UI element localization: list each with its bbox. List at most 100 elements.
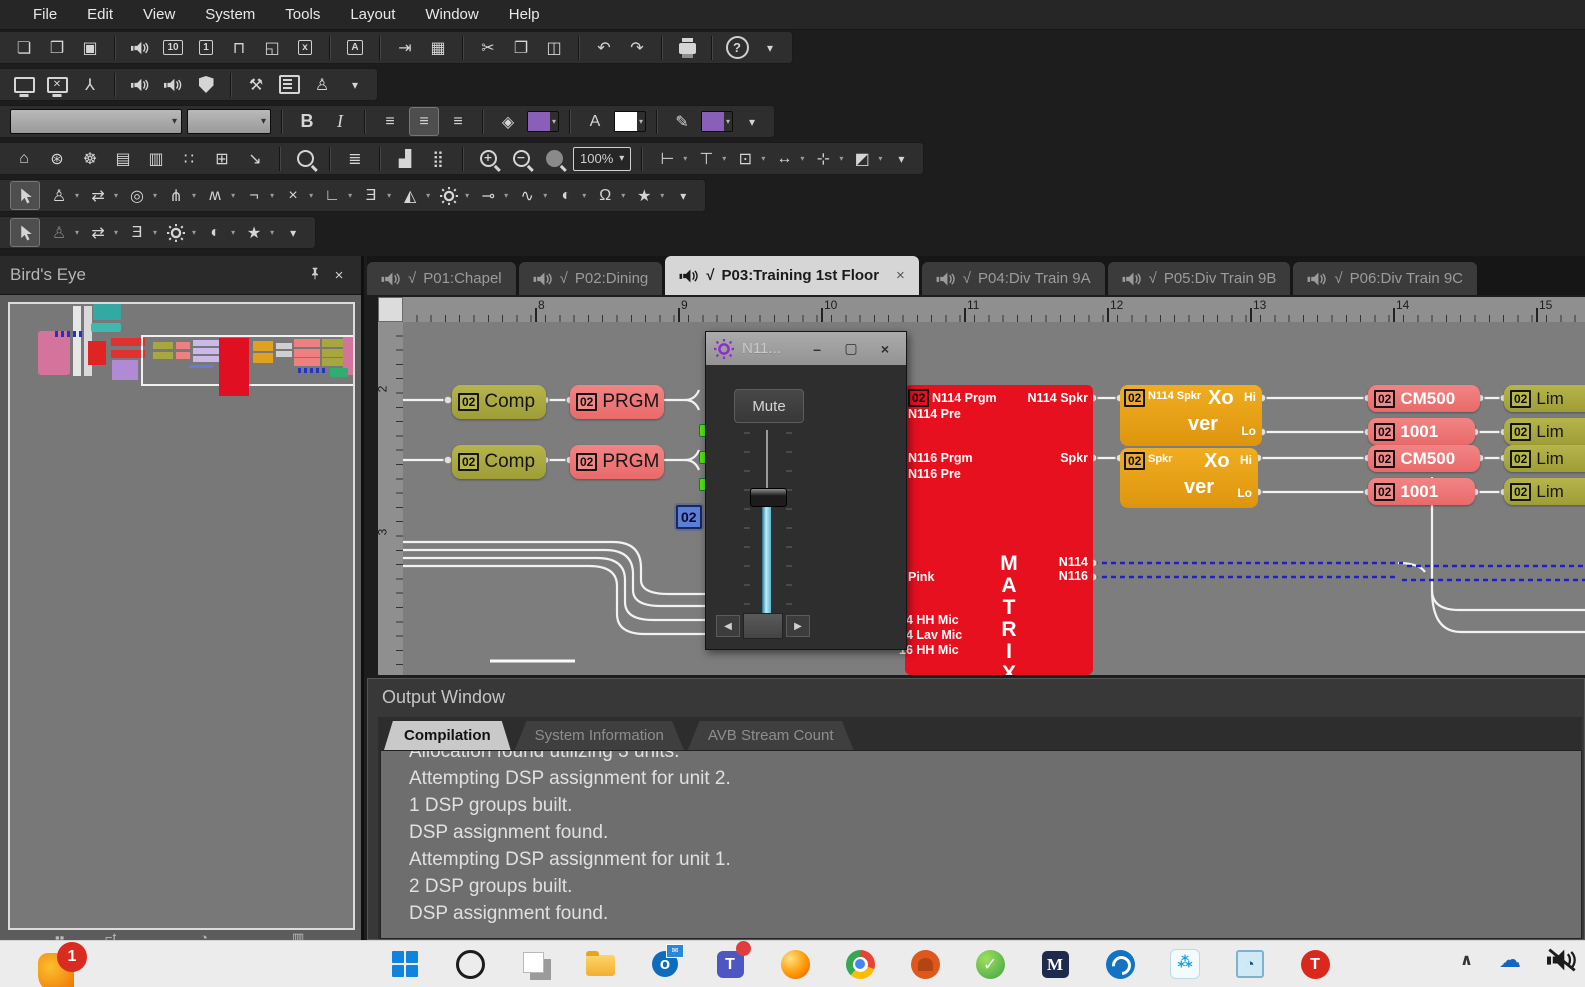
toolbar-overflow-button[interactable]: ▾ (738, 108, 766, 135)
select-tool-button[interactable] (10, 181, 40, 210)
mini-dropdown-icon[interactable]: ▾ (153, 191, 157, 200)
lever-tool-button[interactable]: ⊸ (474, 182, 502, 209)
paste-button[interactable]: ◫ (540, 34, 568, 61)
speaker-block-cm500-2[interactable]: 02 CM500 (1368, 445, 1480, 472)
gear-tool-button[interactable] (162, 219, 190, 246)
tab-system-information[interactable]: System Information (515, 721, 684, 750)
step-line-tool-button[interactable]: ∟ (318, 182, 346, 209)
crossover-block-1[interactable]: 02 N114 Spkr Xo ver Hi Lo (1120, 385, 1262, 446)
align-right-button[interactable]: ≡ (444, 108, 472, 135)
swap-tool-button[interactable]: ⇄ (84, 182, 112, 209)
mute-button[interactable]: Mute (734, 389, 804, 423)
volume-muted-icon[interactable] (1547, 947, 1577, 973)
comp-block-2[interactable]: 02 Comp (452, 445, 546, 479)
spark-tool-button[interactable]: ★ (630, 182, 658, 209)
font-color-swatch[interactable]: ▾ (614, 111, 646, 132)
mini-dropdown-icon[interactable]: ▾ (543, 191, 547, 200)
file-explorer-icon[interactable] (583, 947, 617, 981)
find-replace-button[interactable] (291, 145, 319, 172)
mini-dropdown-icon[interactable]: ▾ (75, 228, 79, 237)
toolbar-overflow-button[interactable]: ▾ (756, 34, 784, 61)
nudge-button[interactable]: ⊹ (809, 145, 837, 172)
compass-view-button[interactable]: ☸ (76, 145, 104, 172)
mini-dropdown-icon[interactable]: ▾ (114, 228, 118, 237)
prgm-block-2[interactable]: 02 PRGM (570, 445, 664, 479)
fader-handle[interactable] (750, 488, 787, 507)
mini-dropdown-icon[interactable]: ▾ (504, 191, 508, 200)
mini-dropdown-icon[interactable]: ▾ (582, 191, 586, 200)
menu-help[interactable]: Help (496, 3, 553, 26)
add-person-tool-button[interactable]: ♙ (45, 182, 73, 209)
spinner-right-arrow-icon[interactable]: ▶ (786, 615, 810, 637)
connect-system-button[interactable] (10, 71, 38, 98)
italic-button[interactable]: I (326, 108, 354, 135)
toolbar-overflow-button[interactable]: ▾ (669, 182, 697, 209)
align-objects-top-button[interactable]: ⊤ (692, 145, 720, 172)
open-device-button[interactable]: ⊓ (225, 34, 253, 61)
dsp-chip-button[interactable]: ⊞ (208, 145, 236, 172)
new-10-unit-button[interactable]: 10 (159, 34, 187, 61)
disconnect-system-button[interactable]: ✕ (43, 71, 71, 98)
gear-tool-button[interactable] (435, 182, 463, 209)
equipment-rack-button[interactable]: ↘ (241, 145, 269, 172)
tab-p02-dining[interactable]: √P02:Dining (519, 262, 663, 295)
onedrive-cloud-icon[interactable]: ☁ (1499, 947, 1521, 973)
task-view-icon[interactable] (518, 947, 552, 981)
alert-tool-button[interactable]: ◭ (396, 182, 424, 209)
font-color-button[interactable]: A (581, 108, 609, 135)
speaker-block-1001-2[interactable]: 02 1001 (1368, 478, 1475, 505)
toolbar-overflow-button[interactable]: ▾ (279, 219, 307, 246)
birds-eye-minimap[interactable] (8, 302, 355, 930)
zoom-out-button[interactable]: − (507, 145, 535, 172)
new-1-unit-button[interactable]: 1 (192, 34, 220, 61)
mini-dropdown-icon[interactable]: ▾ (231, 228, 235, 237)
properties-list-button[interactable] (275, 71, 303, 98)
radiate-tool-button[interactable]: ◎ (123, 182, 151, 209)
fill-color-button[interactable]: ◈ (494, 108, 522, 135)
mini-dropdown-icon[interactable]: ▾ (348, 191, 352, 200)
menu-system[interactable]: System (192, 3, 268, 26)
mail-m-app-icon[interactable]: M (1038, 947, 1072, 981)
open-file-button[interactable]: ❒ (43, 34, 71, 61)
spark-tool-button[interactable]: ★ (240, 219, 268, 246)
mini-dropdown-icon[interactable]: ▾ (683, 154, 687, 163)
menu-layout[interactable]: Layout (337, 3, 408, 26)
menu-window[interactable]: Window (412, 3, 491, 26)
scope-tool-button[interactable]: Ω (591, 182, 619, 209)
mini-dropdown-icon[interactable]: ▾ (114, 191, 118, 200)
menu-tools[interactable]: Tools (272, 3, 333, 26)
matrix-mixer-block[interactable]: 02 N114 Prgm N114 Pre N116 Prgm N116 Pre… (905, 385, 1093, 675)
zoom-selection-button[interactable] (540, 145, 568, 172)
wave-tool-button[interactable]: ʍ (201, 182, 229, 209)
signal-chart-button[interactable]: ▟ (391, 145, 419, 172)
search-icon[interactable] (453, 947, 487, 981)
select-tool-button[interactable] (10, 218, 40, 247)
system-tools-button[interactable]: ⚒ (242, 71, 270, 98)
font-family-combo[interactable]: ▾ (10, 109, 182, 134)
router-tool-button[interactable]: Ǝ (357, 182, 385, 209)
device-grid-button[interactable]: ▦ (424, 34, 452, 61)
tab-p03-training-1st-floor[interactable]: √P03:Training 1st Floor × (665, 256, 919, 295)
mini-dropdown-icon[interactable]: ▾ (660, 191, 664, 200)
router-tool-button[interactable]: Ǝ (123, 219, 151, 246)
toolbar-overflow-button[interactable]: ▾ (341, 71, 369, 98)
headset-app-icon[interactable] (908, 947, 942, 981)
locate-device-button[interactable]: ♙ (308, 71, 336, 98)
mini-dropdown-icon[interactable]: ▾ (270, 191, 274, 200)
add-person-tool-button[interactable]: ♙ (45, 219, 73, 246)
maximize-icon[interactable]: ▢ (838, 340, 864, 357)
speaker-block-1001-1[interactable]: 02 1001 (1368, 418, 1475, 445)
new-audio-system-button[interactable] (126, 34, 154, 61)
mini-dropdown-icon[interactable]: ▾ (621, 191, 625, 200)
spinner-left-arrow-icon[interactable]: ◀ (716, 615, 740, 637)
sine-tool-button[interactable]: ∿ (513, 182, 541, 209)
mini-dropdown-icon[interactable]: ▾ (387, 191, 391, 200)
zoom-in-button[interactable]: + (474, 145, 502, 172)
minimize-icon[interactable]: – (804, 341, 830, 357)
send-to-device-button[interactable]: ⇥ (391, 34, 419, 61)
tab-p04-div-train-9a[interactable]: √P04:Div Train 9A (922, 262, 1105, 295)
crossover-block-2[interactable]: 02 Spkr Xo ver Hi Lo (1120, 448, 1258, 508)
center-in-page-button[interactable]: ⊡ (731, 145, 759, 172)
object-library-button[interactable]: ▥ (142, 145, 170, 172)
firefox-icon[interactable] (778, 947, 812, 981)
